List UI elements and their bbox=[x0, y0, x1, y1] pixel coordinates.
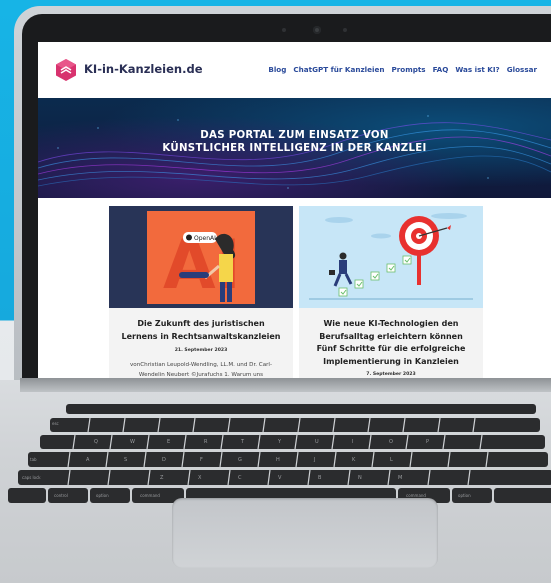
sensor-dot bbox=[282, 28, 286, 32]
article-excerpt: vonChristian Leupold-Wendling, LL.M. und… bbox=[129, 362, 273, 378]
key-label-w: W bbox=[130, 439, 135, 445]
key-label-m: M bbox=[398, 475, 403, 481]
sensor-dot bbox=[343, 28, 347, 32]
nav-prompts[interactable]: Prompts bbox=[391, 65, 425, 74]
logo-icon[interactable] bbox=[54, 58, 78, 82]
site-logo-text[interactable]: KI-in-Kanzleien.de bbox=[84, 62, 203, 76]
hero-title-line-2: KÜNSTLICHER INTELLIGENZ IN DER KANZLEI bbox=[162, 143, 427, 154]
key-label-k: K bbox=[352, 457, 356, 463]
main-navigation: Blog ChatGPT für Kanzleien Prompts FAQ W… bbox=[268, 65, 537, 74]
key-label-v: V bbox=[278, 475, 282, 481]
key-label-x: X bbox=[198, 475, 202, 481]
nav-blog[interactable]: Blog bbox=[268, 65, 286, 74]
key-label-y: Y bbox=[278, 439, 282, 445]
nav-glossar[interactable]: Glossar bbox=[507, 65, 537, 74]
key-label-a: A bbox=[86, 457, 90, 463]
key-label-d: D bbox=[162, 457, 166, 463]
ai-illustration-icon: AI OpenAI bbox=[147, 211, 255, 305]
key-label-o: O bbox=[389, 439, 393, 445]
key-label-u: U bbox=[315, 439, 319, 445]
article-card[interactable]: AI OpenAI Die Zukunft des juristischen L… bbox=[109, 206, 293, 378]
hero-title-line-1: DAS PORTAL ZUM EINSATZ VON bbox=[200, 130, 389, 141]
key-label-option: option bbox=[96, 493, 109, 498]
article-grid: AI OpenAI Die Zukunft des juristischen L… bbox=[38, 198, 551, 378]
key-label-h: H bbox=[276, 457, 280, 463]
nav-faq[interactable]: FAQ bbox=[433, 65, 449, 74]
key-label-b: B bbox=[318, 475, 322, 481]
key-label-j: J bbox=[314, 457, 316, 463]
key-label-e: E bbox=[167, 439, 171, 445]
key-label-caps: caps lock bbox=[22, 475, 41, 480]
key-label-z: Z bbox=[160, 475, 164, 481]
key-label-f: F bbox=[200, 457, 203, 463]
hero-banner: DAS PORTAL ZUM EINSATZ VON KÜNSTLICHER I… bbox=[38, 98, 551, 198]
article-image[interactable]: AI OpenAI bbox=[109, 206, 293, 308]
target-career-illustration-icon bbox=[309, 213, 473, 300]
key-label-tab: tab bbox=[30, 457, 37, 462]
article-date: 21. September 2023 bbox=[174, 348, 228, 353]
key-label-control: control bbox=[54, 493, 68, 498]
article-title[interactable]: Die Zukunft des juristischen Lernens in … bbox=[119, 318, 283, 343]
article-image[interactable] bbox=[299, 206, 483, 308]
openai-badge-text: OpenAI bbox=[194, 235, 216, 242]
site-header: KI-in-Kanzleien.de Blog ChatGPT für Kanz… bbox=[38, 42, 551, 98]
key-label-esc: esc bbox=[52, 421, 59, 426]
key-label-option-right: option bbox=[458, 493, 471, 498]
article-title[interactable]: Wie neue KI-Technologien den Berufsallta… bbox=[309, 318, 473, 368]
webcam-icon bbox=[313, 26, 321, 34]
key-label-c: C bbox=[238, 475, 242, 481]
key-label-r: R bbox=[204, 439, 208, 445]
key-label-n: N bbox=[358, 475, 362, 481]
key-label-t: T bbox=[241, 439, 245, 445]
key-label-q: Q bbox=[94, 439, 98, 445]
laptop-hinge bbox=[20, 378, 551, 392]
nav-chatgpt[interactable]: ChatGPT für Kanzleien bbox=[293, 65, 384, 74]
key-label-i: I bbox=[352, 439, 354, 445]
nav-was-ist-ki[interactable]: Was ist KI? bbox=[455, 65, 499, 74]
key-label-command: command bbox=[140, 493, 160, 498]
browser-viewport: KI-in-Kanzleien.de Blog ChatGPT für Kanz… bbox=[38, 42, 551, 378]
article-card[interactable]: Wie neue KI-Technologien den Berufsallta… bbox=[299, 206, 483, 378]
key-label-p: P bbox=[426, 439, 430, 445]
key-label-s: S bbox=[124, 457, 128, 463]
trackpad bbox=[172, 498, 438, 568]
key-label-l: L bbox=[390, 457, 393, 463]
article-date: 7. September 2023 bbox=[366, 372, 416, 377]
key-label-g: G bbox=[238, 457, 242, 463]
